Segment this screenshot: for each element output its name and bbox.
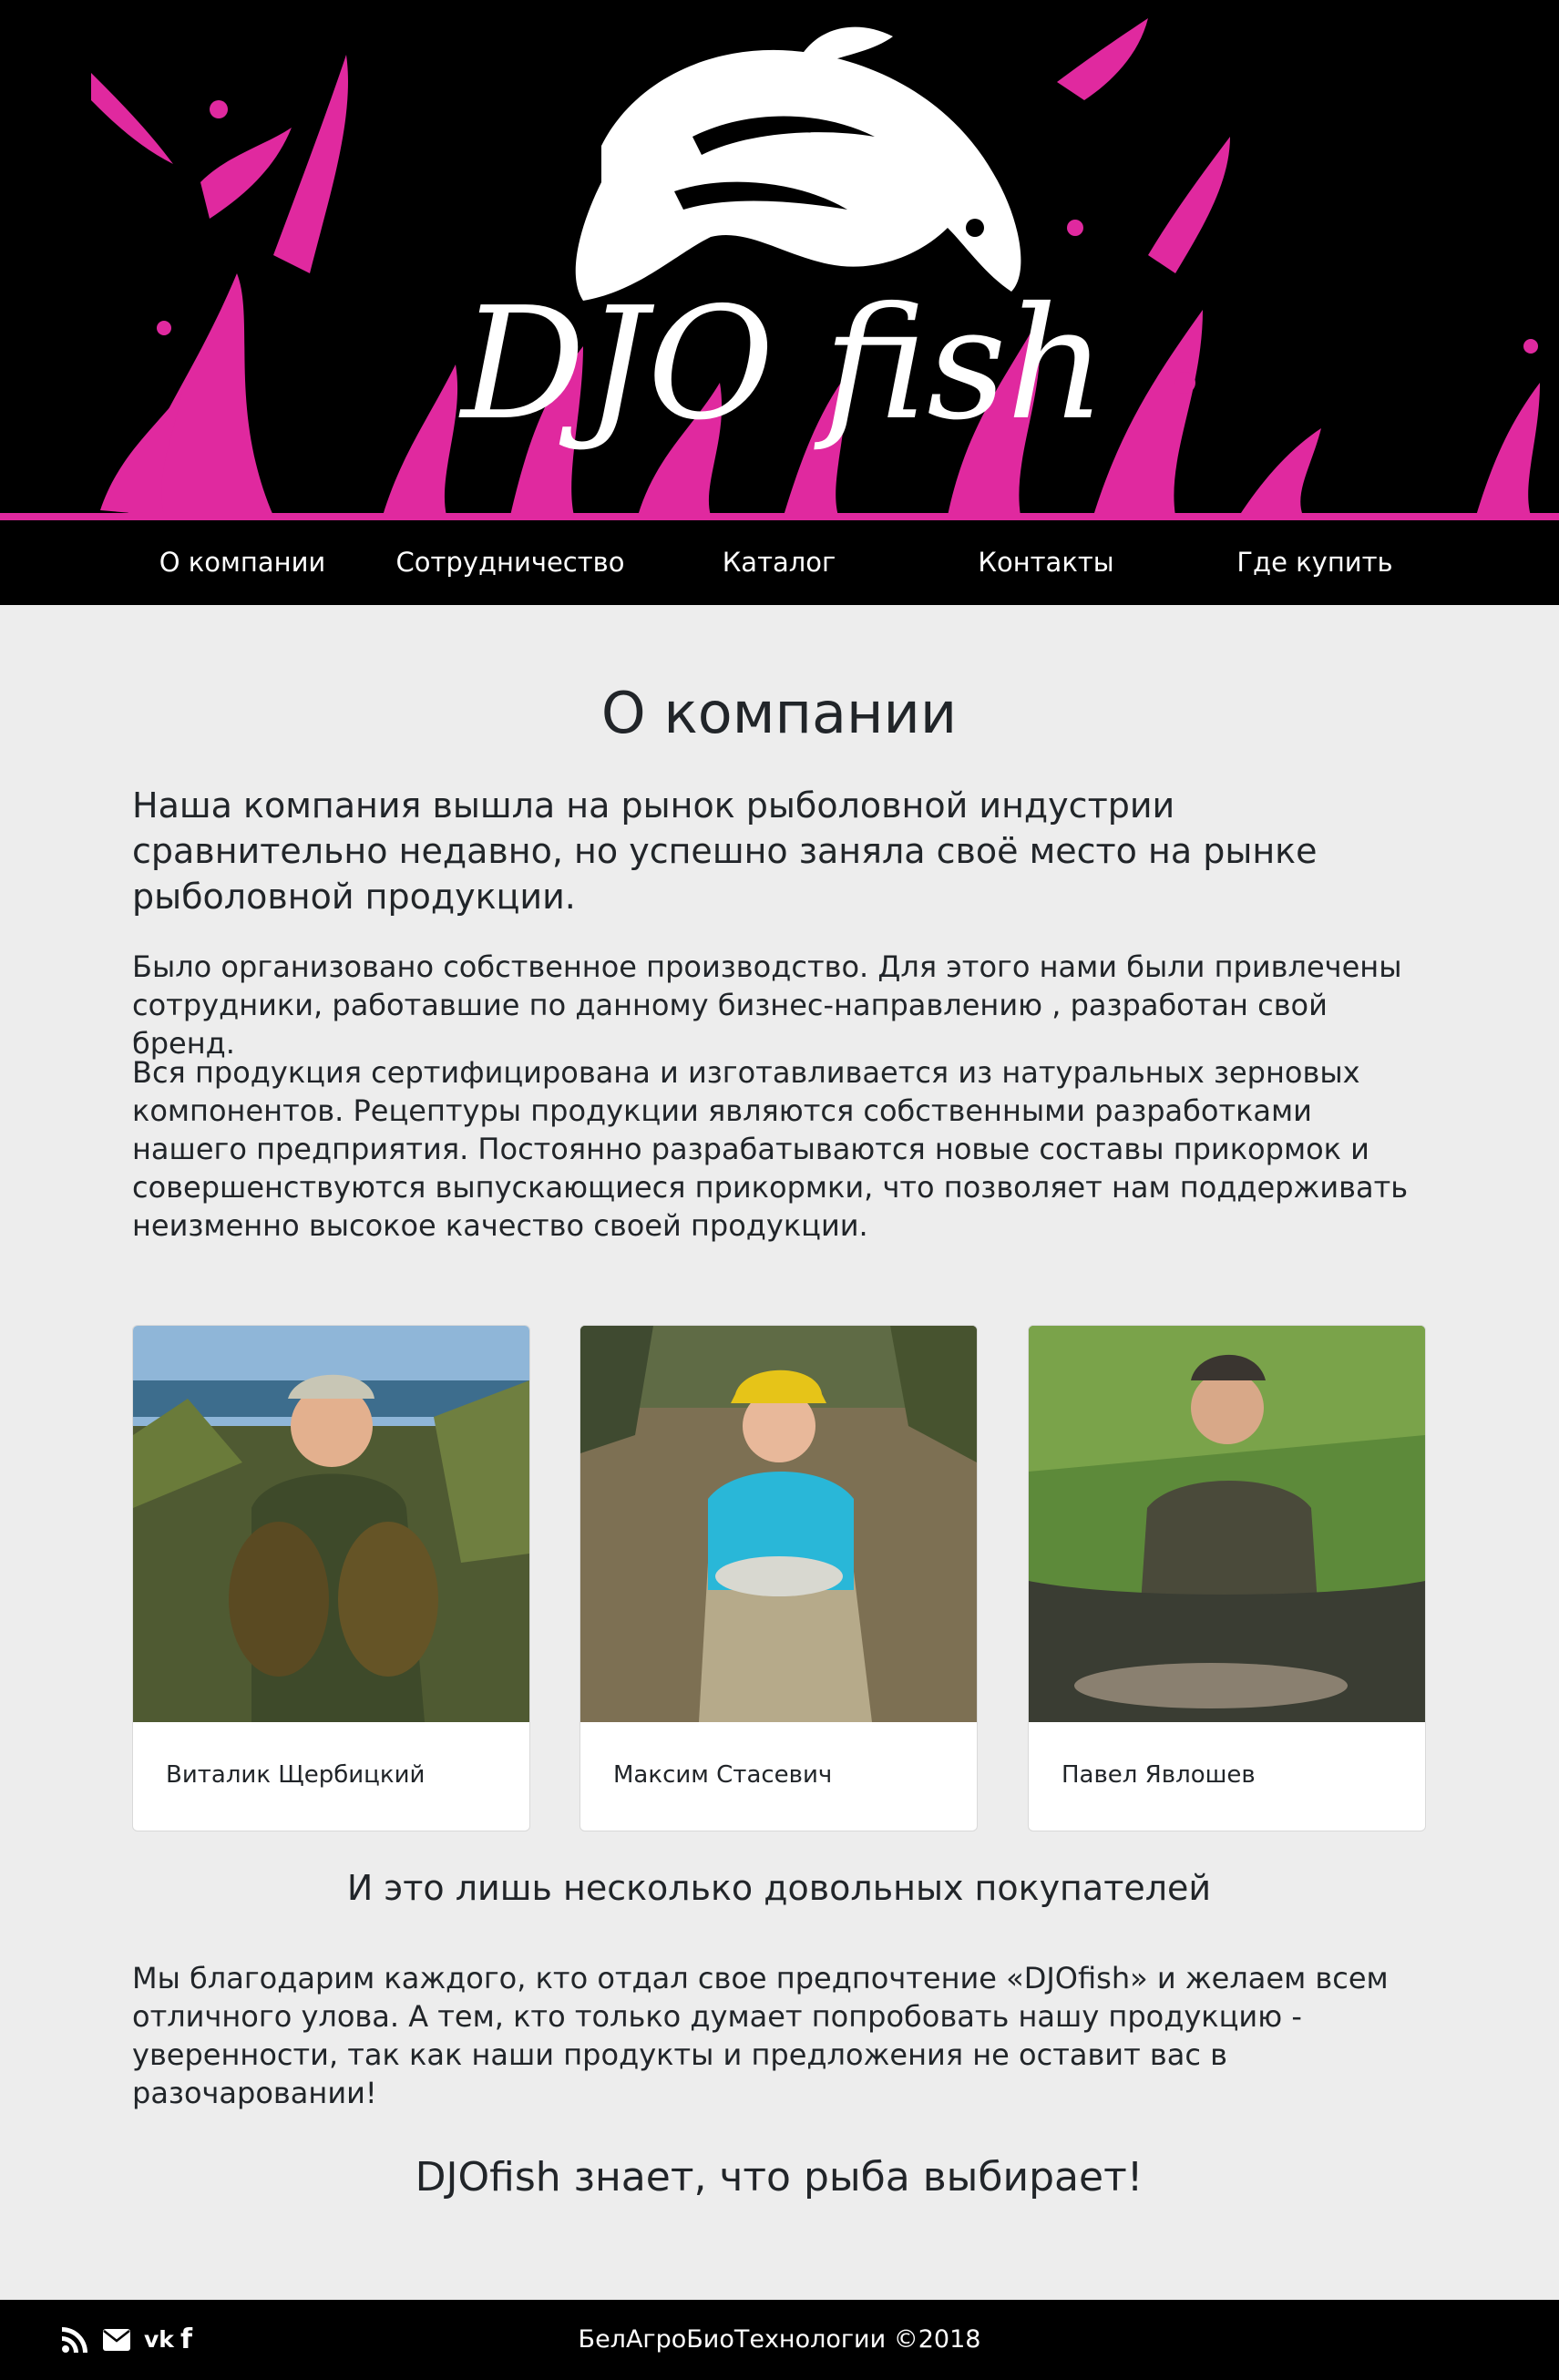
customer-name: Виталик Щербицкий: [166, 1761, 426, 1789]
main-nav: О компании Сотрудничество Каталог Контак…: [0, 520, 1559, 605]
customer-photo: [580, 1326, 977, 1722]
copyright: БелАгроБиоТехнологии ©2018: [578, 2325, 981, 2354]
nav-item-about[interactable]: О компании: [124, 520, 361, 605]
nav-item-catalog[interactable]: Каталог: [661, 520, 897, 605]
customer-card: Максим Стасевич: [579, 1325, 978, 1831]
logo-text: DJO fish: [461, 274, 1106, 455]
page-title: О компании: [600, 680, 958, 746]
customer-name: Максим Стасевич: [613, 1761, 833, 1789]
testimonial-subtitle: И это лишь несколько довольных покупател…: [346, 1868, 1212, 1908]
customer-photo: [133, 1326, 529, 1722]
customer-photo: [1029, 1326, 1425, 1722]
customer-card: Павел Явлошев: [1028, 1325, 1426, 1831]
customer-cards: Виталик Щербицкий Максим Стасевич Павел …: [132, 1325, 1426, 1831]
footer: vk f БелАгроБиоТехнологии ©2018: [0, 2300, 1559, 2380]
customer-name: Павел Явлошев: [1062, 1761, 1256, 1789]
nav-item-cooperation[interactable]: Сотрудничество: [392, 520, 629, 605]
header-banner: DJO fish: [0, 0, 1559, 516]
customer-card: Виталик Щербицкий: [132, 1325, 530, 1831]
nav-item-contacts[interactable]: Контакты: [928, 520, 1164, 605]
about-paragraph-2: Вся продукция сертифицирована и изготавл…: [132, 1055, 1409, 1243]
lead-text: Наша компания вышла на рынок рыболовной …: [132, 785, 1318, 917]
testimonial-text: Мы благодарим каждого, кто отдал свое пр…: [132, 1961, 1389, 2110]
accent-divider: [0, 513, 1559, 520]
nav-item-where-to-buy[interactable]: Где купить: [1196, 520, 1433, 605]
about-paragraph-1: Было организовано собственное производст…: [132, 949, 1402, 1061]
slogan: DJOfish знает, что рыба выбирает!: [415, 2154, 1144, 2200]
